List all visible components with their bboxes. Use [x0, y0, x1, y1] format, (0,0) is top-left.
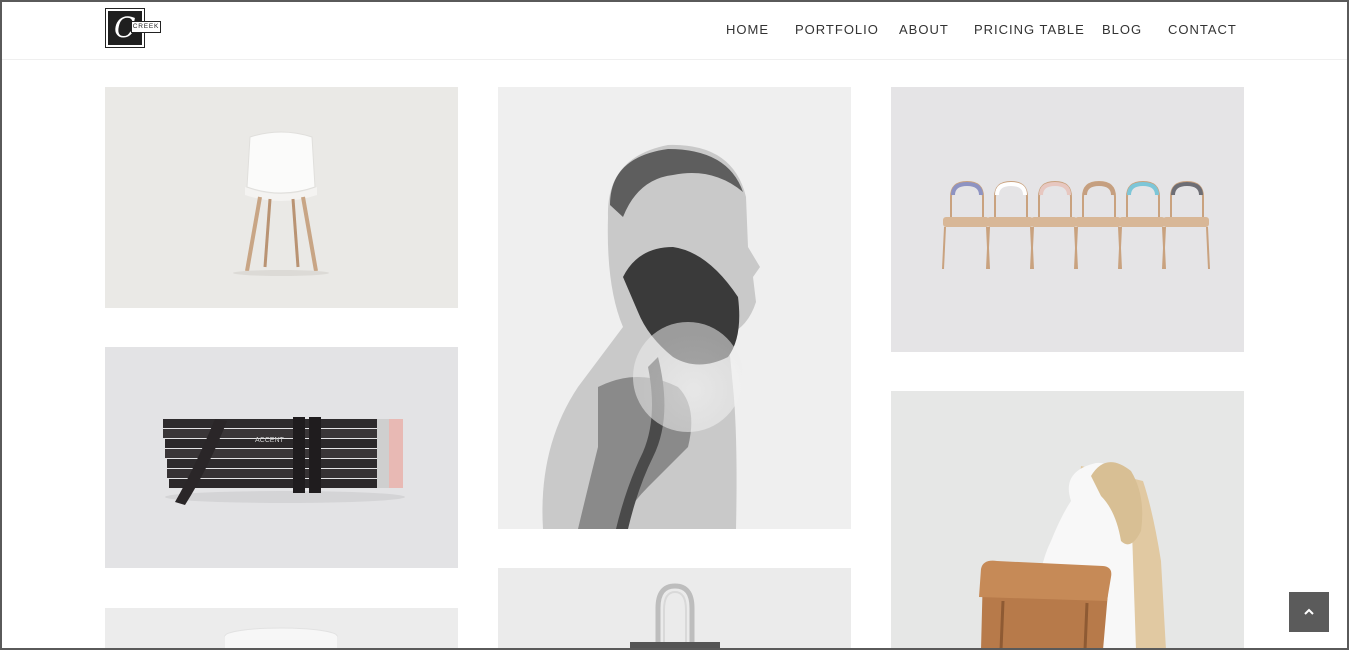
portfolio-item-white-chair[interactable] [105, 87, 458, 308]
portfolio-item-leather-backpack[interactable] [891, 391, 1244, 650]
portfolio-item-windsor-chairs[interactable] [891, 87, 1244, 352]
nav-home[interactable]: HOME [726, 21, 769, 39]
logo-wordmark: CREEK [131, 21, 161, 33]
pencil-text: ACCENT [255, 437, 285, 444]
leather-backpack-image [891, 391, 1244, 650]
portfolio-item-pencil-bundle[interactable]: ACCENT [105, 347, 458, 568]
white-cup-image [105, 608, 458, 650]
nav-blog[interactable]: BLOG [1102, 21, 1142, 39]
site-header: C CREEK HOME PORTFOLIO ABOUT PRICING TAB… [0, 0, 1349, 60]
nav-about[interactable]: ABOUT [899, 21, 949, 39]
portfolio-item-white-cup[interactable] [105, 608, 458, 650]
back-to-top-button[interactable] [1289, 592, 1329, 632]
nav-contact[interactable]: CONTACT [1168, 21, 1237, 39]
nav-portfolio[interactable]: PORTFOLIO [795, 21, 879, 39]
nav-pricing-table[interactable]: PRICING TABLE [974, 21, 1085, 39]
white-chair-image [105, 87, 458, 308]
chevron-up-icon [1304, 608, 1314, 615]
pencil-bundle-image: ACCENT [105, 347, 458, 568]
portfolio-item-bearded-man[interactable] [498, 87, 851, 529]
bearded-man-image [498, 87, 851, 529]
portfolio-item-tote-bag[interactable] [498, 568, 851, 650]
tote-bag-image [498, 568, 851, 650]
windsor-chairs-image [891, 87, 1244, 352]
